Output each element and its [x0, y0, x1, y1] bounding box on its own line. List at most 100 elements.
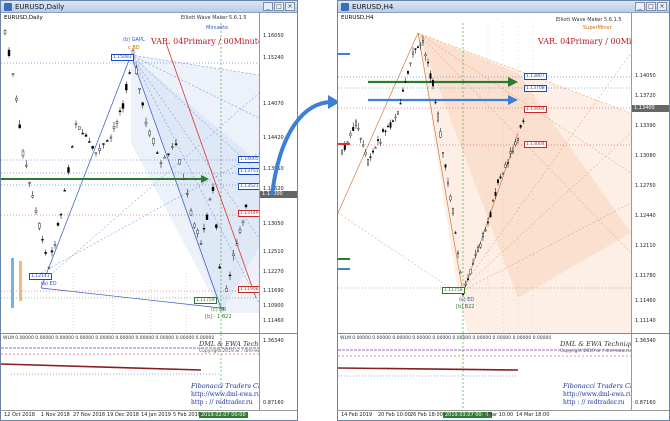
- price-tick: 1.10900: [263, 303, 284, 309]
- candle-body: [98, 147, 101, 152]
- window-titlebar[interactable]: EURUSD,H4 _ □ ×: [338, 1, 669, 13]
- minimize-button[interactable]: _: [263, 2, 273, 11]
- ewm-label: Elliott Wave Maker 5.6.1.5: [556, 17, 622, 23]
- candle-body: [476, 247, 479, 252]
- fib-time-lines: [72, 273, 187, 333]
- candle-body: [11, 73, 15, 75]
- degree-label: Minuette: [206, 25, 229, 31]
- candle-body: [399, 102, 402, 105]
- time-axis[interactable]: 12 Oct 2018 1 Nov 2018 27 Nov 2018 19 De…: [1, 410, 297, 420]
- chart-window-icon: [4, 2, 12, 11]
- price-axis[interactable]: 1.14050 1.13720 1.13390 1.13080 1.12750 …: [631, 13, 669, 333]
- price-tick: 1.13050: [263, 221, 284, 227]
- time-tick: 1 Nov 2018: [41, 412, 70, 418]
- candle-body: [41, 238, 44, 241]
- candle-body: [128, 72, 131, 74]
- indicator-line: [338, 367, 519, 371]
- chart-window-h4[interactable]: EURUSD,H4 _ □ × EURUSD,H4 Elliott Wave M…: [337, 0, 670, 421]
- chart-window-daily[interactable]: EURUSD,Daily _ □ × EURUSD,Daily Elliott …: [0, 0, 298, 421]
- candle-body: [112, 126, 116, 129]
- candle-body: [174, 143, 178, 145]
- price-tick: 1.13390: [635, 123, 656, 129]
- candle-body: [28, 182, 31, 184]
- url-link[interactable]: http : // redtrader.ru: [563, 399, 625, 406]
- candle-body: [444, 164, 447, 168]
- indicator-label: WLM 0.00000 0.00000 0.00000 0.00000 0.00…: [340, 336, 552, 341]
- current-price-box: 1.13400: [632, 105, 669, 112]
- candle-body: [3, 30, 7, 34]
- indicator-axis: 1.36340 0.87160: [631, 333, 669, 411]
- candle-body: [449, 195, 452, 201]
- wave-label: (c) ED: [459, 297, 475, 303]
- candle-body: [369, 156, 372, 158]
- candle-body: [421, 40, 424, 43]
- candle-body: [431, 80, 434, 87]
- window-titlebar[interactable]: EURUSD,Daily _ □ ×: [1, 1, 297, 13]
- candle-body: [474, 254, 477, 256]
- level-label: 1.12141: [29, 273, 52, 280]
- level-label: 1.13149: [238, 210, 261, 217]
- candle-body: [15, 97, 18, 101]
- url-link[interactable]: http://www.dml-ewa.ru: [191, 391, 261, 398]
- candle-body: [102, 143, 105, 145]
- indicator-label: WLM 0.00000 0.00000 0.00000 0.00000 0.00…: [3, 336, 215, 341]
- candle-body: [141, 102, 144, 106]
- candle-body: [71, 146, 74, 148]
- candle-body: [81, 132, 84, 135]
- level-label: 1.13404: [524, 106, 547, 113]
- candle-body: [56, 222, 60, 226]
- candle-body: [109, 136, 113, 139]
- fib-club-title: Fibonacci Traders Club: [191, 382, 269, 390]
- indicator-panel[interactable]: WLM 0.00000 0.00000 0.00000 0.00000 0.00…: [1, 333, 277, 412]
- candle-body: [44, 252, 47, 254]
- price-chart[interactable]: [338, 13, 631, 333]
- candle-body: [144, 121, 148, 125]
- url-link[interactable]: http : // redtrader.ru: [191, 399, 253, 406]
- candle-body: [202, 228, 206, 230]
- variant-label: VAR. 04Primary / 00Minute: [151, 37, 263, 46]
- indicator-panel[interactable]: WLM 0.00000 0.00000 0.00000 0.00000 0.00…: [338, 333, 640, 412]
- candle-body: [138, 88, 141, 90]
- close-button[interactable]: ×: [285, 2, 295, 11]
- time-tick: 14 Mar 18:00: [516, 412, 550, 418]
- candle-body: [171, 146, 174, 148]
- time-axis[interactable]: 14 Feb 2019 20 Feb 10:00 26 Feb 18:00 20…: [338, 410, 669, 420]
- candle-body: [359, 138, 362, 140]
- price-tick: 1.11460: [263, 318, 284, 324]
- candle-body: [225, 288, 228, 292]
- indicator-line: [1, 363, 202, 371]
- candle-body: [374, 147, 377, 149]
- level-label: 1.15093: [111, 54, 134, 61]
- level-label: 1.11759: [194, 297, 217, 304]
- candle-body: [218, 266, 221, 269]
- indicator-axis: 1.36340 0.87160: [259, 333, 297, 411]
- maximize-button[interactable]: □: [646, 2, 656, 11]
- candle-body: [21, 150, 25, 157]
- price-chart[interactable]: [1, 13, 259, 333]
- time-tick: 8 Mar 10:00: [483, 412, 514, 418]
- url-link[interactable]: http://www.dml-ewa.ru: [563, 391, 633, 398]
- candle-body: [409, 62, 412, 64]
- level-label: 1.13521: [238, 183, 261, 190]
- price-tick: 1.16050: [263, 33, 284, 39]
- candle-body: [352, 127, 355, 131]
- indicator-tick: 0.87160: [635, 400, 656, 406]
- candle-body: [163, 156, 166, 159]
- wave-label: (c) ED: [211, 307, 227, 313]
- candle-body: [436, 112, 439, 121]
- candle-body: [484, 229, 487, 232]
- candle-body: [159, 162, 163, 165]
- price-tick: 1.14050: [635, 73, 656, 79]
- candle-body: [439, 131, 442, 138]
- candle-body: [115, 121, 119, 124]
- price-tick: 1.13720: [635, 93, 656, 99]
- candle-body: [506, 162, 509, 164]
- level-label: 1.13751: [238, 168, 261, 175]
- candle-body: [496, 179, 499, 183]
- maximize-button[interactable]: □: [274, 2, 284, 11]
- wave-label: c BD: [128, 45, 140, 51]
- candle-body: [74, 123, 78, 125]
- minimize-button[interactable]: _: [635, 2, 645, 11]
- close-button[interactable]: ×: [657, 2, 667, 11]
- candle-body: [387, 125, 390, 128]
